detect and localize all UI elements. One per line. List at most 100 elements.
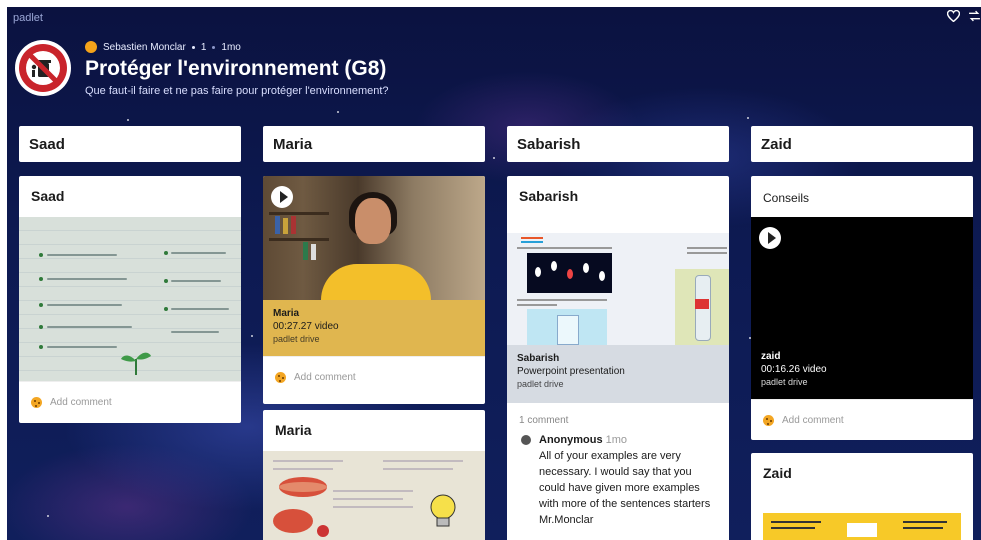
add-comment-label: Add comment	[50, 396, 112, 408]
top-actions	[946, 9, 981, 25]
column-maria: Maria Maria 00:27.27 video padlet drive	[263, 126, 485, 540]
board-age: 1mo	[221, 41, 241, 53]
cookie-avatar-icon	[31, 396, 42, 408]
handwriting	[171, 280, 221, 282]
top-bar: padlet	[7, 7, 981, 33]
post-card[interactable]: Zaid	[751, 453, 973, 540]
comment-count[interactable]: 1 comment	[507, 403, 729, 426]
handwriting	[171, 331, 219, 333]
slide-accent	[521, 237, 543, 239]
book	[311, 244, 316, 260]
remake-icon[interactable]	[968, 10, 981, 25]
slide-text	[687, 252, 727, 254]
comment-author: Anonymous	[539, 434, 603, 446]
add-comment-label: Add comment	[782, 414, 844, 426]
handwriting	[47, 326, 132, 328]
handwriting	[171, 252, 226, 254]
video-post-card[interactable]: Maria 00:27.27 video padlet drive Add co…	[263, 176, 485, 404]
slide-accent	[521, 241, 543, 243]
add-comment-button[interactable]: Add comment	[263, 356, 485, 397]
plant-drawing	[121, 352, 151, 375]
star	[251, 335, 253, 337]
slide-bottle-image	[675, 269, 729, 345]
notebook-photo[interactable]	[19, 217, 241, 381]
slide-water-image	[527, 309, 607, 345]
column-saad: Saad Saad Add comment	[19, 126, 241, 423]
shelf	[269, 238, 329, 241]
star	[493, 157, 495, 159]
star	[127, 119, 129, 121]
column-zaid: Zaid Conseils zaid 00:16.26 video padlet…	[751, 126, 973, 540]
cookie-avatar-icon	[275, 371, 286, 383]
person-face	[355, 198, 391, 244]
post-title: Saad	[31, 188, 65, 204]
book	[291, 216, 296, 234]
post-card[interactable]: Maria	[263, 410, 485, 540]
video-duration: 00:16.26 video	[761, 364, 827, 375]
comment-text: All of your examples are very necessary.…	[539, 450, 711, 526]
handwriting	[47, 304, 122, 306]
column-header[interactable]: Sabarish	[507, 126, 729, 162]
star	[337, 111, 339, 113]
logo-box	[847, 523, 877, 537]
cookie-avatar-icon	[763, 414, 774, 426]
doc-text	[903, 521, 947, 523]
column-sabarish: Sabarish Sabarish Sabarish Powerpoint pr…	[507, 126, 729, 540]
attachment-title: Sabarish	[517, 353, 560, 364]
add-comment-label: Add comment	[294, 371, 356, 383]
video-info-bar[interactable]: Maria 00:27.27 video padlet drive	[263, 300, 485, 356]
slide-text	[517, 304, 557, 306]
author-name[interactable]: Sebastien Monclar	[103, 42, 186, 53]
video-duration: 00:27.27 video	[273, 321, 339, 332]
post-title: Sabarish	[519, 188, 579, 204]
post-title: Zaid	[763, 465, 792, 481]
add-comment-button[interactable]: Add comment	[19, 381, 241, 422]
anonymous-avatar-icon	[521, 435, 531, 445]
play-icon[interactable]	[271, 186, 293, 208]
book	[303, 242, 308, 260]
slide-lightbulbs-image	[527, 253, 612, 293]
drawing-photo[interactable]	[263, 451, 485, 540]
slide-text	[517, 247, 612, 249]
video-source: padlet drive	[761, 377, 808, 387]
person-shirt	[321, 264, 431, 300]
column-header[interactable]: Maria	[263, 126, 485, 162]
column-header[interactable]: Saad	[19, 126, 241, 162]
presentation-thumbnail[interactable]	[507, 233, 729, 345]
attachment-info-bar[interactable]: Sabarish Powerpoint presentation padlet …	[507, 345, 729, 403]
reaction-count: 1	[200, 41, 207, 53]
board-canvas: padlet Sebastien Monclar 1 1mo Protéger …	[7, 7, 981, 540]
document-thumbnail[interactable]	[763, 513, 961, 540]
video-info: zaid 00:16.26 video padlet drive	[761, 351, 827, 387]
play-icon[interactable]	[759, 227, 781, 249]
board-title: Protéger l'environnement (G8)	[85, 57, 387, 80]
post-card[interactable]: Saad Add comment	[19, 176, 241, 423]
post-title: Maria	[275, 422, 312, 438]
bullet	[39, 345, 43, 349]
bullet	[39, 325, 43, 329]
comment-time: 1mo	[605, 434, 628, 446]
frame-top	[0, 0, 981, 7]
video-thumbnail[interactable]	[263, 176, 485, 300]
hand-drawing	[273, 460, 463, 537]
handwriting	[47, 278, 127, 280]
presentation-post-card[interactable]: Sabarish Sabarish Powerpoint presentatio…	[507, 176, 729, 540]
video-author: zaid	[761, 351, 781, 362]
bullet	[164, 279, 168, 283]
author-meta: Sebastien Monclar 1 1mo	[85, 41, 241, 53]
separator-dot	[212, 45, 216, 49]
add-comment-button[interactable]: Add comment	[751, 399, 973, 440]
slide-text	[517, 299, 607, 301]
attachment-source: padlet drive	[517, 379, 564, 389]
bullet	[39, 277, 43, 281]
padlet-brand[interactable]: padlet	[13, 12, 43, 24]
video-thumbnail[interactable]: zaid 00:16.26 video padlet drive	[751, 217, 973, 399]
handwriting	[171, 308, 229, 310]
heart-icon[interactable]	[946, 9, 961, 25]
handwriting	[47, 254, 117, 256]
author-avatar[interactable]	[85, 41, 97, 53]
slide-text	[687, 247, 727, 249]
column-header[interactable]: Zaid	[751, 126, 973, 162]
video-post-card[interactable]: Conseils zaid 00:16.26 video padlet driv…	[751, 176, 973, 440]
no-littering-icon	[19, 44, 67, 92]
